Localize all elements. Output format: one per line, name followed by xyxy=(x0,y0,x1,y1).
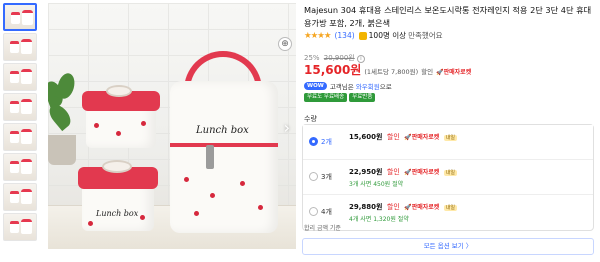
thumbnail-3[interactable] xyxy=(3,63,37,91)
option-3[interactable]: 3개 22,950원 할인 🚀판매자로켓 내일 3개 사면 450원 절약 xyxy=(303,160,593,195)
bag-zipper-pull xyxy=(206,145,214,169)
option-price: 15,600원 할인 🚀판매자로켓 내일 xyxy=(349,133,457,141)
rating-row: ★★★★ (134) 100명 이상 만족했어요 xyxy=(304,30,443,41)
option-name: 3개 xyxy=(321,173,332,181)
next-image-icon[interactable]: › xyxy=(284,118,290,137)
thumbnail-8[interactable] xyxy=(3,213,37,241)
option-list: 2개 15,600원 할인 🚀판매자로켓 내일 3개 22,950원 할인 🚀판… xyxy=(302,124,594,231)
bag-zipper xyxy=(170,143,278,147)
thumbnail-2[interactable] xyxy=(3,33,37,61)
option-2[interactable]: 2개 15,600원 할인 🚀판매자로켓 내일 xyxy=(303,125,593,160)
price-basis-link[interactable]: 합리 금액 기준 xyxy=(304,223,341,232)
food-jar-bottom-knob xyxy=(102,160,132,173)
rating-stars: ★★★★ xyxy=(304,30,332,41)
zoom-icon[interactable]: ⊕ xyxy=(278,37,292,51)
wow-member-row: WOW 고객님은 와우회원으로 xyxy=(304,81,392,91)
tomorrow-badge: 내일 xyxy=(443,170,457,176)
quantity-label: 수량 xyxy=(304,115,317,123)
unit-price: (1세트당 7,800원) xyxy=(364,68,419,76)
sale-price: 15,600원 xyxy=(304,63,362,77)
review-count-link[interactable]: (134) xyxy=(334,31,354,40)
option-4[interactable]: 4개 29,880원 할인 🚀판매자로켓 내일 4개 사면 1,320원 절약 xyxy=(303,195,593,230)
tomorrow-badge: 내일 xyxy=(443,205,457,211)
free-return-chip: 무료반품 xyxy=(349,93,376,102)
free-shipping-chip: 무료도 무료배송 xyxy=(304,93,348,102)
view-all-options-button[interactable]: 모든 옵션 보기 〉 xyxy=(302,238,594,255)
thumbnail-list xyxy=(3,3,41,243)
wow-member-link[interactable]: 와우회원 xyxy=(356,83,380,91)
option-name: 2개 xyxy=(321,138,332,146)
tomorrow-badge: 내일 xyxy=(443,135,457,141)
thumbnail-6[interactable] xyxy=(3,153,37,181)
food-jar-top-knob xyxy=(106,85,132,97)
thumbnail-5[interactable] xyxy=(3,123,37,151)
option-savings: 4개 사면 1,320원 절약 xyxy=(349,216,409,223)
food-jar-label: Lunch box xyxy=(96,209,139,218)
thumbnail-7[interactable] xyxy=(3,183,37,211)
option-name: 4개 xyxy=(321,208,332,216)
option-price: 22,950원 할인 🚀판매자로켓 내일 xyxy=(349,168,457,176)
insulated-bag: Lunch box xyxy=(170,81,278,233)
thumbs-up-icon xyxy=(358,31,367,40)
discount-tag: 할인 xyxy=(421,68,434,76)
thumbnail-4[interactable] xyxy=(3,93,37,121)
option-3-radio[interactable] xyxy=(309,172,318,181)
seller-rocket-badge: 🚀판매자로켓 xyxy=(436,69,472,76)
wow-badge: WOW xyxy=(304,82,327,90)
option-price: 29,880원 할인 🚀판매자로켓 내일 xyxy=(349,203,457,211)
option-2-radio[interactable] xyxy=(309,137,318,146)
bag-label: Lunch box xyxy=(196,125,249,136)
option-4-radio[interactable] xyxy=(309,207,318,216)
product-title: Majesun 304 휴대용 스테인리스 보온도시락통 전자레인지 적용 2단… xyxy=(304,5,592,28)
thumbnail-1[interactable] xyxy=(3,3,37,31)
main-product-image[interactable]: Lunch box Lunch box ⊕ › xyxy=(48,3,296,249)
satisfaction-badge: 100명 이상 만족했어요 xyxy=(358,30,443,41)
sale-price-row: 15,600원 (1세트당 7,800원) 할인 🚀판매자로켓 xyxy=(304,61,471,78)
plant-decoration xyxy=(48,71,84,165)
shipping-chips: 무료도 무료배송 무료반품 xyxy=(304,93,376,102)
option-savings: 3개 사면 450원 절약 xyxy=(349,181,404,188)
